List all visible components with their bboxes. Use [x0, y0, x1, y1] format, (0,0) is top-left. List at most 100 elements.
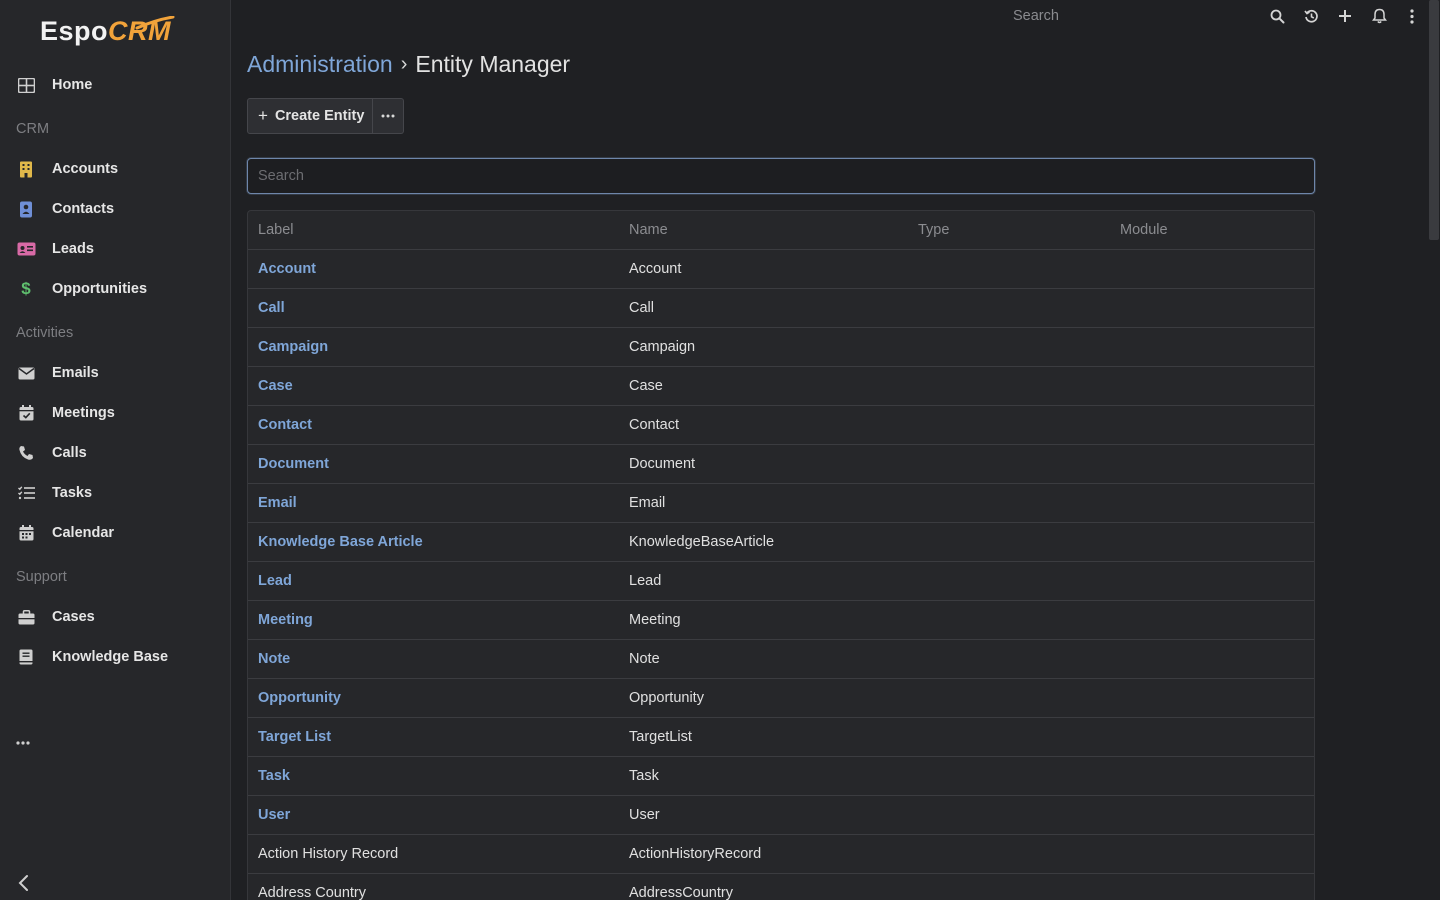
history-icon[interactable]: [1301, 6, 1321, 26]
table-row: Meeting Meeting: [248, 601, 1314, 640]
table-row: Address Country AddressCountry: [248, 874, 1314, 900]
entity-name: AddressCountry: [629, 885, 733, 900]
entity-label-link[interactable]: Knowledge Base Article: [258, 534, 423, 550]
entity-label-link[interactable]: Case: [258, 378, 293, 394]
sidebar-item-knowledge-base[interactable]: Knowledge Base: [0, 639, 231, 675]
entity-label-link[interactable]: Email: [258, 495, 297, 511]
sidebar-group-activities: Activities: [16, 325, 74, 341]
table-row: Call Call: [248, 289, 1314, 328]
entity-label-link[interactable]: Contact: [258, 417, 312, 433]
sidebar-item-label: Leads: [52, 241, 94, 257]
calendar-check-icon: [16, 404, 36, 422]
sidebar-item-label: Calls: [52, 445, 87, 461]
entity-label-link[interactable]: Account: [258, 261, 316, 277]
sidebar-item-contacts[interactable]: Contacts: [0, 191, 231, 227]
entity-name: Email: [629, 495, 666, 511]
plus-icon[interactable]: [1335, 6, 1355, 26]
entity-name: Lead: [629, 573, 662, 589]
sidebar-item-label: Emails: [52, 365, 99, 381]
entity-name: ActionHistoryRecord: [629, 846, 762, 862]
bell-icon[interactable]: [1369, 6, 1389, 26]
page-scrollbar[interactable]: [1428, 0, 1440, 900]
entity-label-link[interactable]: Target List: [258, 729, 331, 745]
entity-label-link[interactable]: Lead: [258, 573, 292, 589]
entity-label-link[interactable]: Meeting: [258, 612, 313, 628]
page-title: Entity Manager: [415, 50, 571, 77]
sidebar-item-home[interactable]: Home: [0, 67, 231, 103]
breadcrumb: Administration › Entity Manager: [247, 48, 570, 80]
sidebar-group-crm: CRM: [16, 121, 50, 137]
sidebar: EspoCRM Home CRM Accounts Contacts Leads…: [0, 0, 231, 900]
sidebar-item-label: Opportunities: [52, 281, 148, 297]
entity-name: Task: [629, 768, 659, 784]
column-header-label: Label: [258, 222, 294, 238]
entity-table: Label Name Type Module Account Account Cal…: [247, 210, 1315, 900]
table-row: Opportunity Opportunity: [248, 679, 1314, 718]
entity-name: Document: [629, 456, 696, 472]
menu-vertical-dots-icon[interactable]: [1402, 6, 1422, 26]
sidebar-item-label: Contacts: [52, 201, 115, 217]
entity-label: Address Country: [258, 885, 366, 900]
entity-name: User: [629, 807, 660, 823]
table-header: Label Name Type Module: [248, 211, 1314, 250]
sidebar-item-accounts[interactable]: Accounts: [0, 151, 231, 187]
entity-search-input[interactable]: [247, 158, 1315, 194]
entity-name: KnowledgeBaseArticle: [629, 534, 775, 550]
sidebar-item-label: Knowledge Base: [52, 649, 169, 665]
table-row: Knowledge Base Article KnowledgeBaseArtic…: [248, 523, 1314, 562]
global-search-input[interactable]: [1000, 0, 1250, 32]
sidebar-item-leads[interactable]: Leads: [0, 231, 231, 267]
entity-name: TargetList: [629, 729, 692, 745]
more-actions-button[interactable]: [373, 98, 404, 134]
entity-label-link[interactable]: Note: [258, 651, 290, 667]
table-row: Case Case: [248, 367, 1314, 406]
sidebar-item-label: Cases: [52, 609, 95, 625]
address-card-icon: [16, 200, 36, 218]
sidebar-more-button[interactable]: [16, 732, 36, 752]
table-row: Campaign Campaign: [248, 328, 1314, 367]
sidebar-item-tasks[interactable]: Tasks: [0, 475, 231, 511]
envelope-icon: [16, 364, 36, 382]
sidebar-item-emails[interactable]: Emails: [0, 355, 231, 391]
search-icon[interactable]: [1267, 6, 1287, 26]
calendar-icon: [16, 524, 36, 542]
table-row: Account Account: [248, 250, 1314, 289]
sidebar-item-calendar[interactable]: Calendar: [0, 515, 231, 551]
entity-label-link[interactable]: Task: [258, 768, 290, 784]
entity-label-link[interactable]: Call: [258, 300, 285, 316]
entity-label-link[interactable]: Opportunity: [258, 690, 341, 706]
briefcase-icon: [16, 608, 36, 626]
collapse-sidebar-button[interactable]: [14, 872, 34, 894]
app-logo[interactable]: EspoCRM: [40, 16, 175, 52]
entity-name: Meeting: [629, 612, 681, 628]
entity-name: Case: [629, 378, 663, 394]
sidebar-item-cases[interactable]: Cases: [0, 599, 231, 635]
entity-name: Campaign: [629, 339, 696, 355]
create-entity-button[interactable]: + Create Entity: [247, 98, 373, 134]
breadcrumb-administration-link[interactable]: Administration: [247, 51, 393, 78]
table-row: Task Task: [248, 757, 1314, 796]
sidebar-item-label: Meetings: [52, 405, 115, 421]
column-header-module: Module: [1120, 222, 1168, 238]
tasks-list-icon: [16, 484, 36, 502]
entity-name: Contact: [629, 417, 679, 433]
sidebar-item-calls[interactable]: Calls: [0, 435, 231, 471]
sidebar-group-support: Support: [16, 569, 67, 585]
id-card-icon: [16, 240, 36, 258]
entity-label-link[interactable]: Document: [258, 456, 329, 472]
sidebar-item-label: Accounts: [52, 161, 119, 177]
table-row: Document Document: [248, 445, 1314, 484]
entity-name: Note: [629, 651, 660, 667]
table-row: Target List TargetList: [248, 718, 1314, 757]
entity-label: Action History Record: [258, 846, 399, 862]
chevron-left-icon: [18, 875, 28, 891]
sidebar-item-meetings[interactable]: Meetings: [0, 395, 231, 431]
sidebar-item-opportunities[interactable]: $ Opportunities: [0, 271, 231, 307]
plus-icon: +: [258, 106, 268, 125]
book-icon: [16, 648, 36, 666]
table-row: User User: [248, 796, 1314, 835]
entity-label-link[interactable]: User: [258, 807, 290, 823]
scrollbar-thumb[interactable]: [1429, 0, 1439, 240]
entity-label-link[interactable]: Campaign: [258, 339, 328, 355]
building-icon: [16, 160, 36, 178]
